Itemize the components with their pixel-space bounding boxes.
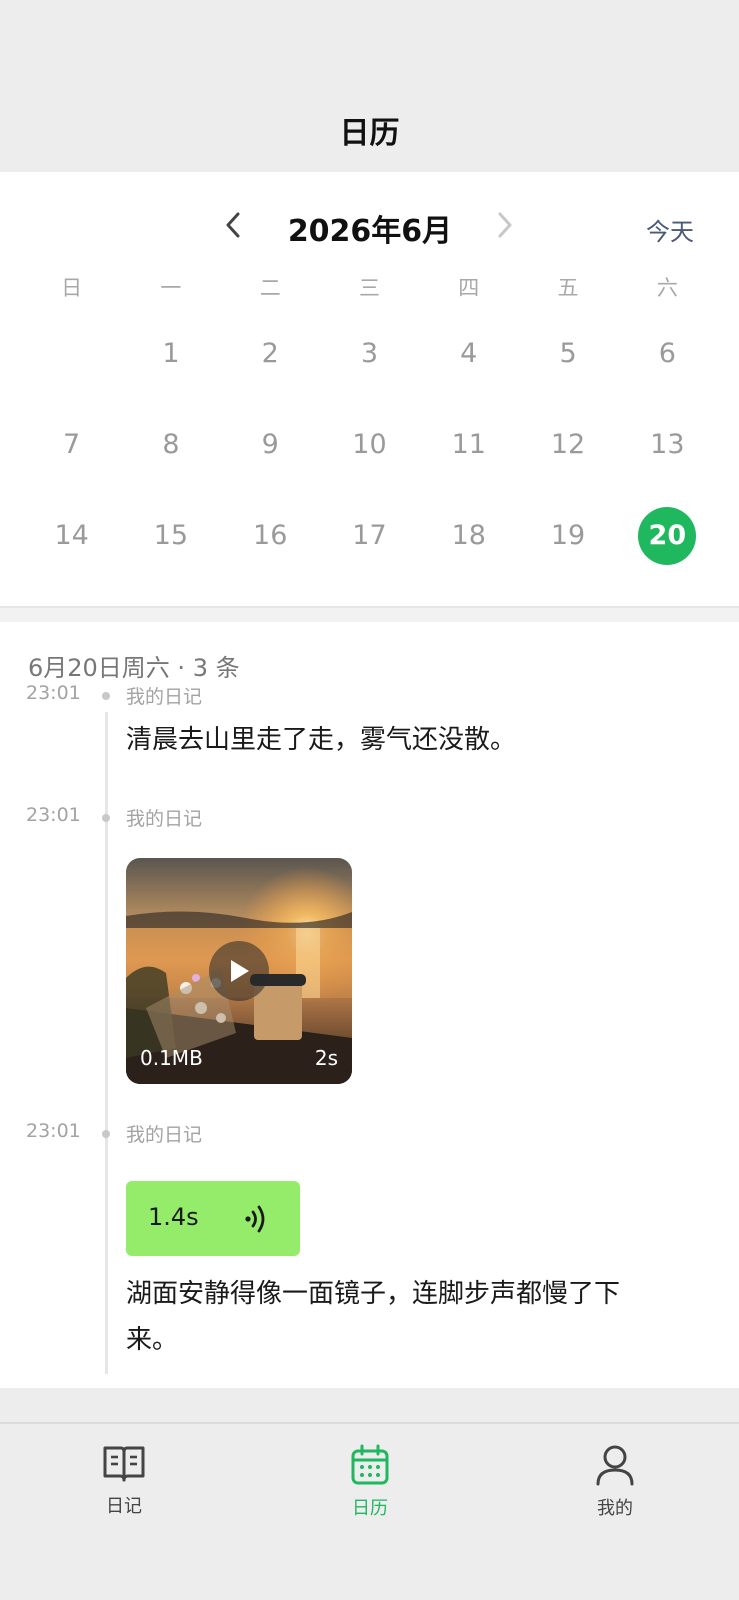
month-label: 2026年6月 [287,214,453,249]
video-size: 0.1MB [140,1046,203,1070]
entry-time: 23:01 [26,682,81,704]
day-cell[interactable]: 19 [518,490,617,581]
day-cell[interactable]: 9 [221,399,320,490]
play-button[interactable] [209,941,269,1001]
day-cell[interactable]: 15 [121,490,220,581]
weekday-header: 日 一 二 三 四 五 六 [22,272,717,302]
play-icon [231,960,249,982]
selected-day-badge: 20 [638,506,697,565]
day-cell[interactable]: 10 [320,399,419,490]
entry-time: 23:01 [26,1120,81,1142]
timeline-dot [102,814,110,822]
tab-me[interactable]: 我的 [555,1444,675,1520]
week-row: 1 2 3 4 5 6 [22,308,717,399]
day-cell[interactable]: 1 [121,308,220,399]
day-cell[interactable]: 4 [419,308,518,399]
prev-month-button[interactable] [218,210,248,240]
voice-duration: 1.4s [148,1203,199,1231]
voice-message[interactable]: 1.4s [126,1181,300,1256]
weekday-label: 六 [656,276,678,300]
entry-text-line[interactable]: 湖面安静得像一面镜子，连脚步声都慢了下 [126,1270,620,1318]
section-divider [0,606,739,622]
day-cell[interactable]: 8 [121,399,220,490]
week-row: 14 15 16 17 18 19 20 [22,490,717,581]
chevron-right-icon [498,212,512,238]
today-button[interactable]: 今天 [646,212,694,247]
person-icon [596,1445,634,1486]
day-cell[interactable]: 13 [618,399,717,490]
video-thumbnail[interactable]: 0.1MB 2s [126,858,352,1084]
entries-panel: 6月20日周六 · 3 条 23:01 我的日记 清晨去山里走了走，雾气还没散。… [0,622,739,1388]
day-cell[interactable]: 6 [618,308,717,399]
day-cell[interactable]: 18 [419,490,518,581]
weekday-label: 二 [259,276,281,300]
day-cell[interactable]: 11 [419,399,518,490]
days-grid: 1 2 3 4 5 6 7 8 9 10 11 12 13 14 15 16 1… [22,308,717,581]
next-month-button[interactable] [490,210,520,240]
entry-time: 23:01 [26,804,81,826]
entry-text[interactable]: 清晨去山里走了走，雾气还没散。 [126,716,516,764]
weekday-label: 四 [458,276,480,300]
bottom-tab-bar: 日记 日历 我的 [0,1422,739,1600]
day-cell[interactable]: 3 [320,308,419,399]
weekday-label: 三 [358,276,380,300]
book-icon [103,1446,145,1482]
entry-text-line[interactable]: 来。 [126,1316,178,1364]
month-navigation: 2026年6月 今天 [0,202,739,252]
day-cell[interactable]: 5 [518,308,617,399]
week-row: 7 8 9 10 11 12 13 [22,399,717,490]
page-title: 日历 [339,116,400,151]
chevron-left-icon [226,212,240,238]
timeline-dot [102,692,110,700]
tab-calendar[interactable]: 日历 [310,1444,430,1520]
calendar-icon [351,1444,389,1485]
entry-source: 我的日记 [126,686,203,708]
top-bar: 日历 [0,0,739,172]
voice-wave-icon [245,1205,265,1233]
day-cell[interactable]: 2 [221,308,320,399]
day-cell[interactable]: 16 [221,490,320,581]
day-cell-selected[interactable]: 20 [618,490,717,581]
tab-label: 我的 [597,1498,633,1519]
timeline-line [105,712,108,1374]
tab-label: 日记 [106,1496,142,1517]
day-cell[interactable]: 7 [22,399,121,490]
timeline-dot [102,1130,110,1138]
video-duration: 2s [314,1046,338,1070]
weekday-label: 一 [160,276,182,300]
weekday-label: 日 [61,276,83,300]
entry-source: 我的日记 [126,808,203,830]
day-cell[interactable]: 17 [320,490,419,581]
day-cell-empty [22,308,121,399]
calendar-panel: 2026年6月 今天 日 一 二 三 四 五 六 1 2 3 4 5 6 7 8… [0,172,739,606]
date-heading: 6月20日周六 · 3 条 [28,654,240,682]
tab-diary[interactable]: 日记 [64,1444,184,1518]
day-cell[interactable]: 14 [22,490,121,581]
day-cell[interactable]: 12 [518,399,617,490]
weekday-label: 五 [557,276,579,300]
tab-label: 日历 [352,1498,388,1519]
entry-source: 我的日记 [126,1124,203,1146]
